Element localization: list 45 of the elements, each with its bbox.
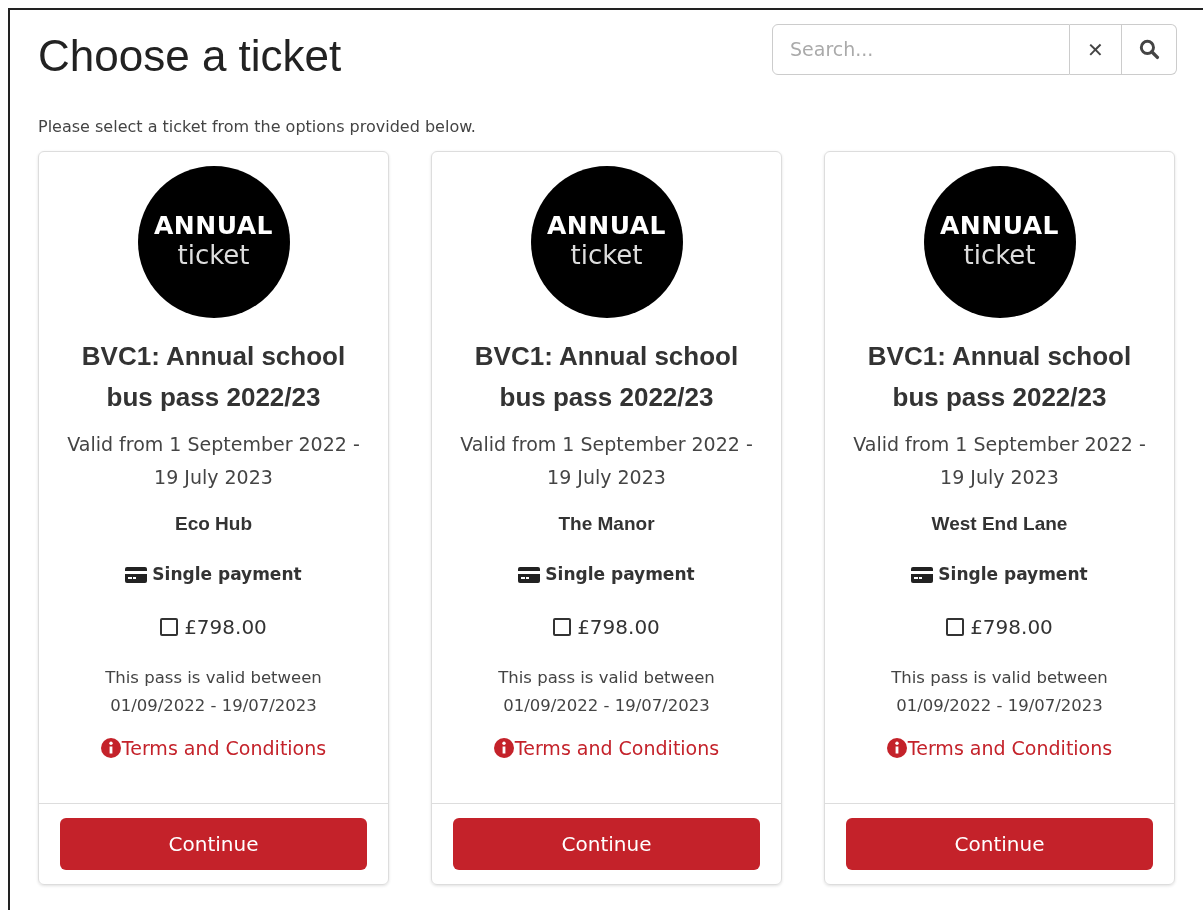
price-checkbox[interactable]: [946, 617, 965, 636]
price-checkbox[interactable]: [553, 617, 572, 636]
terms-link[interactable]: Terms and Conditions: [493, 733, 720, 763]
price-text: £798.00: [184, 613, 267, 641]
location-text: Eco Hub: [174, 511, 253, 536]
credit-card-icon: [518, 567, 541, 584]
ticket-title: BVC1: Annual school bus pass 2022/23: [866, 339, 1133, 414]
logo-text: ANNUAL: [547, 212, 666, 240]
page-title: Choose a ticket: [38, 30, 342, 82]
info-icon: [493, 738, 514, 759]
validity-text: Valid from 1 September 2022 - 19 July 2023: [852, 431, 1147, 490]
credit-card-icon: [911, 567, 934, 584]
search-button[interactable]: [1122, 24, 1177, 75]
clear-button[interactable]: ✕: [1070, 24, 1122, 75]
logo-text: ANNUAL: [154, 212, 273, 240]
price-checkbox[interactable]: [160, 617, 179, 636]
validity-text: Valid from 1 September 2022 - 19 July 2023: [66, 431, 361, 490]
terms-link[interactable]: Terms and Conditions: [886, 733, 1113, 763]
info-icon: [100, 738, 121, 759]
payment-text: Single payment: [545, 563, 695, 587]
price-text: £798.00: [970, 613, 1053, 641]
logo-text: ticket: [177, 239, 250, 272]
logo-text: ticket: [963, 239, 1036, 272]
ticket-title: BVC1: Annual school bus pass 2022/23: [80, 339, 347, 414]
validity-note: This pass is valid between 01/09/2022 - 19/07/2023: [497, 666, 716, 717]
validity-note: This pass is valid between 01/09/2022 - 19/07/2023: [104, 666, 323, 717]
search-field[interactable]: Search...: [772, 24, 1070, 75]
payment-text: Single payment: [152, 563, 302, 587]
ticket-title: BVC1: Annual school bus pass 2022/23: [473, 339, 740, 414]
continue-button[interactable]: Continue: [453, 817, 760, 870]
location-text: West End Lane: [931, 511, 1068, 536]
price-text: £798.00: [577, 613, 660, 641]
continue-button[interactable]: Continue: [60, 817, 367, 870]
location-text: The Manor: [558, 511, 655, 536]
logo-text: ANNUAL: [940, 212, 1059, 240]
instructions-text: Please select a ticket from the options provided below.: [38, 115, 477, 138]
validity-note: This pass is valid between 01/09/2022 - 19/07/2023: [890, 666, 1109, 717]
validity-text: Valid from 1 September 2022 - 19 July 2023: [459, 431, 754, 490]
logo-text: ticket: [570, 239, 643, 272]
search-icon: [1138, 39, 1160, 60]
info-icon: [886, 738, 907, 759]
terms-link[interactable]: Terms and Conditions: [100, 733, 327, 763]
credit-card-icon: [125, 567, 148, 584]
continue-button[interactable]: Continue: [846, 817, 1153, 870]
payment-text: Single payment: [938, 563, 1088, 587]
